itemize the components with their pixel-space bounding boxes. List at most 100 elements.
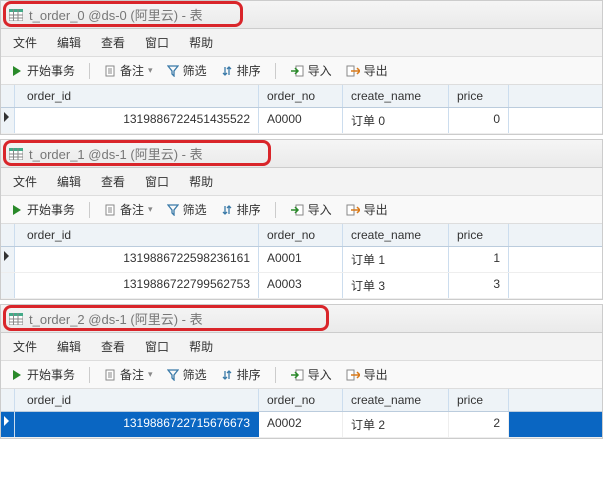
menu-help[interactable]: 帮助 <box>189 338 213 355</box>
cell-create-name[interactable]: 订单 2 <box>343 412 449 437</box>
row-handle-header <box>1 389 15 411</box>
separator <box>89 63 90 79</box>
col-header-create-name[interactable]: create_name <box>343 389 449 411</box>
data-grid: order_idorder_nocreate_nameprice13198867… <box>1 224 602 299</box>
title-text: t_order_1 @ds-1 (阿里云) - 表 <box>29 144 203 163</box>
row-indicator <box>1 108 15 133</box>
table-icon <box>9 313 23 325</box>
menu-help[interactable]: 帮助 <box>189 34 213 51</box>
table-pane: t_order_1 @ds-1 (阿里云) - 表文件 编辑 查看 窗口 帮助开始事务 备… <box>0 139 603 300</box>
menu-bar: 文件 编辑 查看 窗口 帮助 <box>1 29 602 57</box>
cell-order-no[interactable]: A0000 <box>259 108 343 133</box>
menu-file[interactable]: 文件 <box>13 173 37 190</box>
cell-price[interactable]: 0 <box>449 108 509 133</box>
toolbar: 开始事务 备注▾ 筛选排序 导入导出 <box>1 57 602 85</box>
menu-view[interactable]: 查看 <box>101 34 125 51</box>
cell-order-no[interactable]: A0001 <box>259 247 343 272</box>
menu-help[interactable]: 帮助 <box>189 173 213 190</box>
table-icon <box>9 9 23 21</box>
menu-window[interactable]: 窗口 <box>145 338 169 355</box>
menu-window[interactable]: 窗口 <box>145 34 169 51</box>
col-header-order-id[interactable]: order_id <box>15 85 259 107</box>
cell-price[interactable]: 1 <box>449 247 509 272</box>
table-row[interactable]: 1319886722598236161A0001订单 11 <box>1 247 602 273</box>
title-bar: t_order_1 @ds-1 (阿里云) - 表 <box>1 140 602 168</box>
menu-window[interactable]: 窗口 <box>145 173 169 190</box>
sort-button[interactable]: 排序 <box>221 201 261 218</box>
col-header-order-no[interactable]: order_no <box>259 389 343 411</box>
col-header-order-id[interactable]: order_id <box>15 224 259 246</box>
table-icon <box>9 148 23 160</box>
import-button[interactable]: 导入 <box>290 366 332 383</box>
menu-file[interactable]: 文件 <box>13 34 37 51</box>
menu-edit[interactable]: 编辑 <box>57 173 81 190</box>
table-row[interactable]: 1319886722451435522A0000订单 00 <box>1 108 602 134</box>
menu-file[interactable]: 文件 <box>13 338 37 355</box>
cell-order-id[interactable]: 1319886722799562753 <box>15 273 259 298</box>
cell-create-name[interactable]: 订单 1 <box>343 247 449 272</box>
filter-button[interactable]: 筛选 <box>167 62 207 79</box>
grid-header-row: order_idorder_nocreate_nameprice <box>1 389 602 412</box>
export-button[interactable]: 导出 <box>346 62 388 79</box>
begin-transaction-button[interactable]: 开始事务 <box>11 201 75 218</box>
row-handle-header <box>1 224 15 246</box>
cell-order-id[interactable]: 1319886722598236161 <box>15 247 259 272</box>
col-header-order-no[interactable]: order_no <box>259 85 343 107</box>
menu-edit[interactable]: 编辑 <box>57 34 81 51</box>
row-indicator <box>1 412 15 437</box>
menu-bar: 文件 编辑 查看 窗口 帮助 <box>1 168 602 196</box>
menu-bar: 文件 编辑 查看 窗口 帮助 <box>1 333 602 361</box>
cell-price[interactable]: 2 <box>449 412 509 437</box>
toolbar: 开始事务 备注▾ 筛选排序 导入导出 <box>1 196 602 224</box>
title-bar: t_order_2 @ds-1 (阿里云) - 表 <box>1 305 602 333</box>
sort-button[interactable]: 排序 <box>221 62 261 79</box>
menu-view[interactable]: 查看 <box>101 338 125 355</box>
grid-header-row: order_idorder_nocreate_nameprice <box>1 224 602 247</box>
separator <box>275 367 276 383</box>
sort-button[interactable]: 排序 <box>221 366 261 383</box>
table-row[interactable]: 1319886722715676673A0002订单 22 <box>1 412 602 438</box>
begin-transaction-button[interactable]: 开始事务 <box>11 62 75 79</box>
import-button[interactable]: 导入 <box>290 62 332 79</box>
filter-button[interactable]: 筛选 <box>167 201 207 218</box>
col-header-order-no[interactable]: order_no <box>259 224 343 246</box>
data-grid: order_idorder_nocreate_nameprice13198867… <box>1 85 602 134</box>
col-header-create-name[interactable]: create_name <box>343 224 449 246</box>
menu-edit[interactable]: 编辑 <box>57 338 81 355</box>
cell-create-name[interactable]: 订单 3 <box>343 273 449 298</box>
cell-order-no[interactable]: A0002 <box>259 412 343 437</box>
col-header-price[interactable]: price <box>449 224 509 246</box>
import-button[interactable]: 导入 <box>290 201 332 218</box>
grid-header-row: order_idorder_nocreate_nameprice <box>1 85 602 108</box>
toolbar: 开始事务 备注▾ 筛选排序 导入导出 <box>1 361 602 389</box>
export-button[interactable]: 导出 <box>346 366 388 383</box>
export-button[interactable]: 导出 <box>346 201 388 218</box>
menu-view[interactable]: 查看 <box>101 173 125 190</box>
title-bar: t_order_0 @ds-0 (阿里云) - 表 <box>1 1 602 29</box>
separator <box>275 63 276 79</box>
cell-order-no[interactable]: A0003 <box>259 273 343 298</box>
col-header-order-id[interactable]: order_id <box>15 389 259 411</box>
table-pane: t_order_0 @ds-0 (阿里云) - 表文件 编辑 查看 窗口 帮助开始事务 备… <box>0 0 603 135</box>
filter-button[interactable]: 筛选 <box>167 366 207 383</box>
separator <box>89 202 90 218</box>
table-pane: t_order_2 @ds-1 (阿里云) - 表文件 编辑 查看 窗口 帮助开始事务 备… <box>0 304 603 439</box>
memo-button[interactable]: 备注▾ <box>104 201 153 218</box>
row-indicator <box>1 247 15 272</box>
cell-price[interactable]: 3 <box>449 273 509 298</box>
title-text: t_order_2 @ds-1 (阿里云) - 表 <box>29 309 203 328</box>
col-header-price[interactable]: price <box>449 85 509 107</box>
col-header-price[interactable]: price <box>449 389 509 411</box>
memo-button[interactable]: 备注▾ <box>104 366 153 383</box>
cell-create-name[interactable]: 订单 0 <box>343 108 449 133</box>
begin-transaction-button[interactable]: 开始事务 <box>11 366 75 383</box>
memo-button[interactable]: 备注▾ <box>104 62 153 79</box>
separator <box>275 202 276 218</box>
col-header-create-name[interactable]: create_name <box>343 85 449 107</box>
cell-order-id[interactable]: 1319886722715676673 <box>15 412 259 437</box>
data-grid: order_idorder_nocreate_nameprice13198867… <box>1 389 602 438</box>
separator <box>89 367 90 383</box>
row-handle-header <box>1 85 15 107</box>
cell-order-id[interactable]: 1319886722451435522 <box>15 108 259 133</box>
table-row[interactable]: 1319886722799562753A0003订单 33 <box>1 273 602 299</box>
